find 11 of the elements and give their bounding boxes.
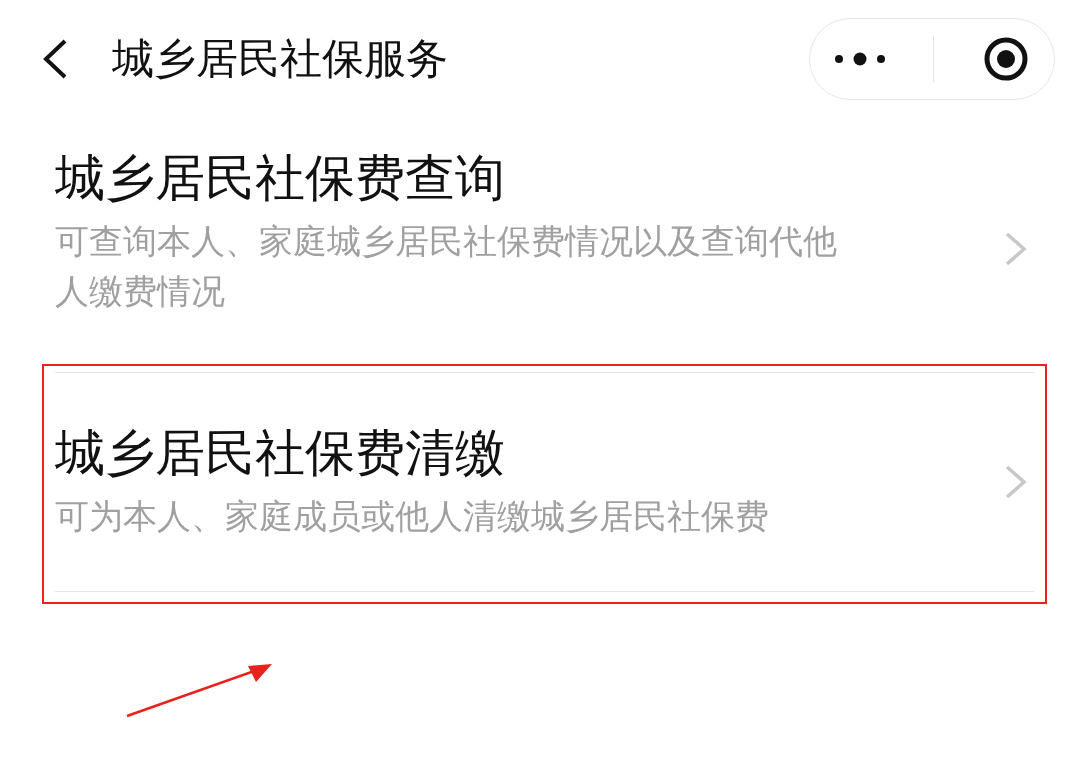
list-item[interactable]: 城乡居民社保费查询 可查询本人、家庭城乡居民社保费情况以及查询代他人缴费情况 — [42, 138, 1047, 364]
item-title: 城乡居民社保费清缴 — [55, 423, 506, 484]
item-description: 可查询本人、家庭城乡居民社保费情况以及查询代他人缴费情况 — [55, 220, 838, 313]
item-description: 可为本人、家庭成员或他人清缴城乡居民社保费 — [55, 495, 770, 538]
list-item[interactable]: 城乡居民社保费清缴 可为本人、家庭成员或他人清缴城乡居民社保费 — [42, 364, 1047, 604]
chevron-icon — [1004, 464, 1028, 500]
back-icon[interactable] — [42, 39, 68, 79]
more-icon[interactable] — [833, 52, 886, 66]
page-title: 城乡居民社保服务 — [112, 33, 449, 85]
item-title: 城乡居民社保费查询 — [55, 148, 506, 209]
chevron-icon — [1004, 231, 1028, 267]
